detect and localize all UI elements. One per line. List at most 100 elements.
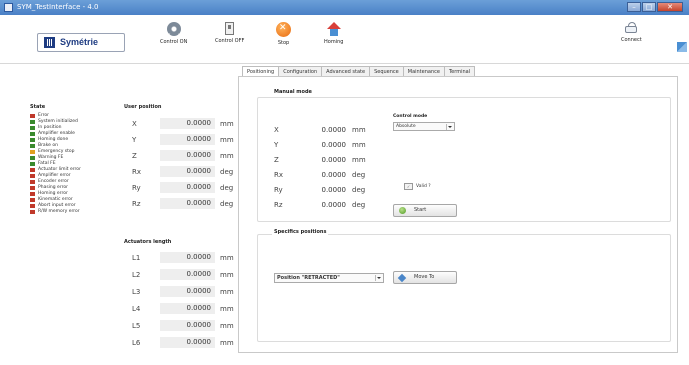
control-on-button[interactable]: Control ON: [160, 22, 187, 45]
unit-label: mm: [220, 304, 234, 313]
valid-checkbox[interactable]: ✓: [404, 183, 413, 190]
control-mode-select[interactable]: Absolute: [393, 122, 455, 131]
user-position-row: Rz 0.0000 deg: [132, 197, 233, 210]
status-led-icon: [30, 150, 35, 154]
status-led-icon: [30, 168, 35, 172]
value-field: 0.0000: [160, 320, 215, 331]
target-value-input[interactable]: 0.0000: [304, 201, 347, 209]
chevron-down-icon: [446, 124, 453, 130]
user-position-row: Rx 0.0000 deg: [132, 165, 233, 178]
move-to-button[interactable]: Move To: [393, 271, 457, 284]
close-button[interactable]: ✕: [657, 2, 683, 12]
axis-label: X: [132, 119, 137, 128]
user-position-row: Ry 0.0000 deg: [132, 181, 233, 194]
unit-label: deg: [220, 183, 234, 192]
start-button[interactable]: Start: [393, 204, 457, 217]
stop-button[interactable]: Stop: [276, 22, 291, 46]
unit-label: mm: [352, 126, 366, 134]
unit-label: mm: [352, 156, 366, 164]
actuator-length-row: L5 0.0000 mm: [132, 319, 234, 332]
unit-label: mm: [220, 338, 234, 347]
value-field: 0.0000: [160, 269, 215, 280]
value-field: 0.0000: [160, 150, 215, 161]
state-title: State: [30, 104, 46, 110]
value-field: 0.0000: [160, 166, 215, 177]
symetrie-logo: Symétrie: [37, 33, 125, 52]
axis-label: L2: [132, 270, 141, 279]
manual-mode-row[interactable]: Ry 0.0000 deg: [274, 184, 365, 196]
tab-sequence[interactable]: Sequence: [369, 66, 404, 76]
unit-label: mm: [220, 151, 234, 160]
status-led-icon: [30, 192, 35, 196]
value-field: 0.0000: [160, 182, 215, 193]
manual-mode-row[interactable]: Z 0.0000 mm: [274, 154, 366, 166]
connect-button[interactable]: Connect: [621, 22, 642, 43]
app-icon: [4, 3, 13, 12]
control-off-button[interactable]: Control OFF: [215, 22, 244, 44]
state-item-label: R/W memory error: [38, 209, 80, 214]
user-position-row: X 0.0000 mm: [132, 117, 234, 130]
status-led-icon: [30, 126, 35, 130]
minimize-button[interactable]: –: [627, 2, 641, 12]
status-led-icon: [30, 132, 35, 136]
control-mode-label: Control mode: [393, 114, 428, 119]
gear-icon: [166, 22, 181, 36]
maximize-button[interactable]: □: [642, 2, 656, 12]
value-field: 0.0000: [160, 252, 215, 263]
motion-icon[interactable]: [677, 42, 687, 52]
user-position-row: Z 0.0000 mm: [132, 149, 234, 162]
window-controls: – □ ✕: [626, 2, 683, 13]
target-value-input[interactable]: 0.0000: [304, 126, 347, 134]
actuator-length-row: L6 0.0000 mm: [132, 336, 234, 349]
manual-mode-row[interactable]: Y 0.0000 mm: [274, 139, 366, 151]
actuators-length-title: Actuators length: [124, 239, 172, 245]
unit-label: deg: [352, 201, 366, 209]
axis-label: Rz: [132, 199, 141, 208]
specific-position-select[interactable]: Position "RETRACTED": [274, 273, 384, 283]
target-value-input[interactable]: 0.0000: [304, 156, 347, 164]
tab-advanced-state[interactable]: Advanced state: [321, 66, 371, 76]
status-led-icon: [30, 198, 35, 202]
start-icon: [399, 207, 406, 214]
axis-label: L3: [132, 287, 141, 296]
manual-mode-row[interactable]: Rz 0.0000 deg: [274, 199, 365, 211]
status-led-icon: [30, 162, 35, 166]
specifics-positions-title: Specifics positions: [272, 229, 329, 235]
tab-configuration[interactable]: Configuration: [278, 66, 323, 76]
status-led-icon: [30, 210, 35, 214]
unit-label: mm: [220, 119, 234, 128]
status-led-icon: [30, 138, 35, 142]
move-to-icon: [397, 273, 407, 283]
stop-icon: [276, 22, 291, 37]
status-led-icon: [30, 174, 35, 178]
toolbar: Symétrie Control ON Control OFF Stop Hom…: [0, 15, 689, 64]
manual-mode-row[interactable]: Rx 0.0000 deg: [274, 169, 365, 181]
unit-label: mm: [220, 253, 234, 262]
homing-button[interactable]: Homing: [324, 22, 343, 45]
unit-label: mm: [220, 287, 234, 296]
axis-label: Ry: [274, 186, 283, 194]
manual-mode-group: Manual mode X 0.0000 mm Y 0.0000 mm Z 0.0000 mm R…: [257, 89, 671, 222]
unit-label: deg: [352, 186, 366, 194]
connect-icon: [624, 22, 638, 34]
status-led-icon: [30, 180, 35, 184]
unit-label: mm: [352, 141, 366, 149]
specifics-positions-group: Specifics positions Position "RETRACTED"…: [257, 229, 671, 342]
target-value-input[interactable]: 0.0000: [304, 186, 347, 194]
axis-label: Z: [132, 151, 137, 160]
actuator-length-row: L1 0.0000 mm: [132, 251, 234, 264]
tab-maintenance[interactable]: Maintenance: [402, 66, 445, 76]
switch-icon: [225, 22, 235, 35]
chevron-down-icon: [375, 275, 382, 281]
tab-terminal[interactable]: Terminal: [443, 66, 476, 76]
valid-label: Valid ?: [416, 184, 431, 189]
value-field: 0.0000: [160, 337, 215, 348]
value-field: 0.0000: [160, 303, 215, 314]
target-value-input[interactable]: 0.0000: [304, 171, 347, 179]
state-list: Error System initialized In position Amplif…: [30, 113, 81, 215]
state-item: R/W memory error: [30, 209, 81, 215]
target-value-input[interactable]: 0.0000: [304, 141, 347, 149]
unit-label: mm: [220, 270, 234, 279]
unit-label: deg: [220, 167, 234, 176]
manual-mode-row[interactable]: X 0.0000 mm: [274, 124, 366, 136]
